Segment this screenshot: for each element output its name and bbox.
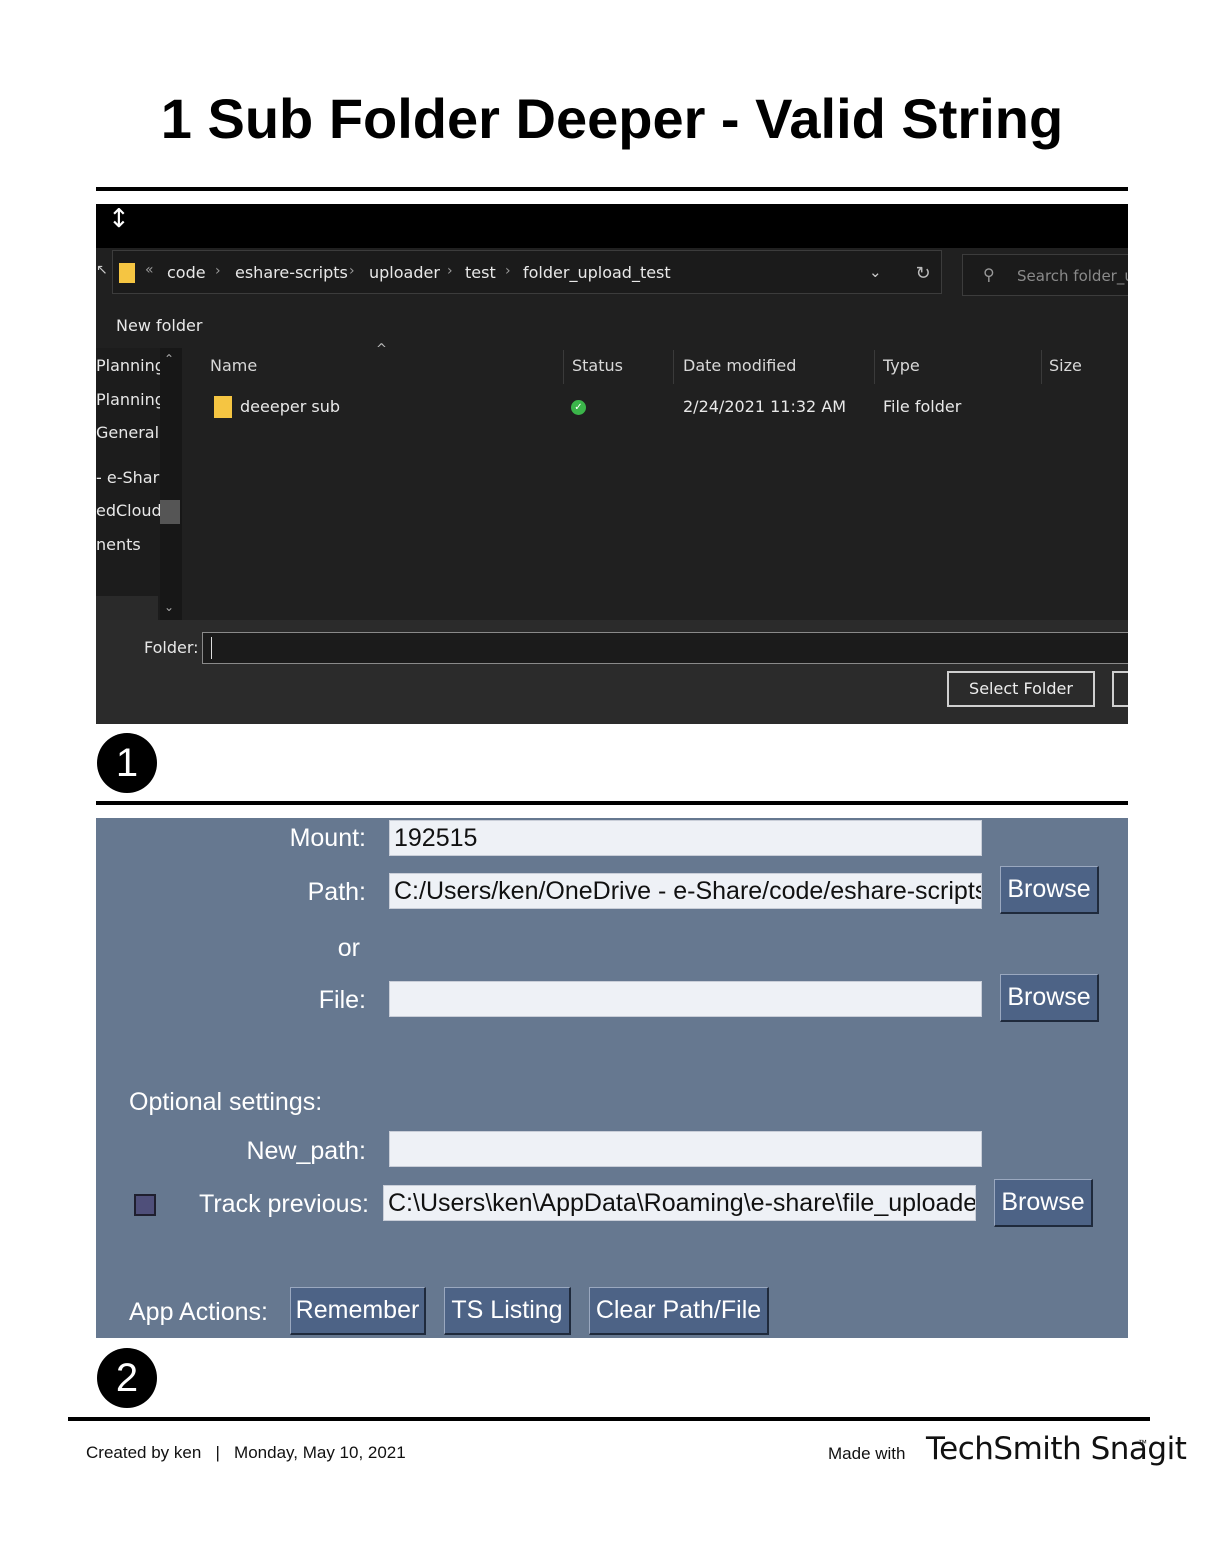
breadcrumb-separator: › xyxy=(349,263,355,279)
uploader-app-screenshot: Mount: 192515 Path: C:/Users/ken/OneDriv… xyxy=(96,818,1128,1338)
row-type: File folder xyxy=(883,397,962,416)
column-divider[interactable] xyxy=(563,350,564,384)
search-icon: ⚲ xyxy=(983,265,995,284)
text-cursor-icon: ↕ xyxy=(108,204,130,234)
sync-ok-icon: ✓ xyxy=(571,400,586,415)
step-badge-2: 2 xyxy=(97,1348,157,1408)
chevron-down-icon[interactable]: ⌄ xyxy=(869,263,882,281)
section-divider xyxy=(96,801,1128,805)
top-divider xyxy=(96,187,1128,191)
table-row[interactable] xyxy=(206,388,1106,424)
sort-up-icon: ^ xyxy=(376,342,387,357)
footer-divider xyxy=(68,1417,1150,1421)
column-header-date-modified[interactable]: Date modified xyxy=(683,356,796,375)
optional-settings-label: Optional settings: xyxy=(129,1088,323,1116)
path-input[interactable]: C:/Users/ken/OneDrive - e-Share/code/esh… xyxy=(389,873,982,909)
or-label: or xyxy=(337,934,360,962)
nav-item[interactable]: edCloud xyxy=(96,501,162,520)
footer-created-by: Created by ken | Monday, May 10, 2021 xyxy=(86,1443,406,1463)
up-arrow-icon[interactable]: ↖ xyxy=(96,262,108,278)
column-header-type[interactable]: Type xyxy=(883,356,920,375)
track-previous-browse-button[interactable]: Browse xyxy=(994,1179,1093,1227)
folder-input[interactable] xyxy=(202,632,1128,664)
breadcrumb-item-code[interactable]: code xyxy=(167,263,206,282)
nav-item[interactable]: Planning xyxy=(96,390,165,409)
address-bar[interactable]: « code › eshare-scripts › uploader › tes… xyxy=(112,250,942,294)
remember-button[interactable]: Remember xyxy=(290,1287,426,1335)
breadcrumb-separator: › xyxy=(505,263,511,279)
column-header-name[interactable]: Name xyxy=(210,356,257,375)
nav-pane-bottom xyxy=(96,596,158,620)
breadcrumb-overflow-icon[interactable]: « xyxy=(145,262,154,278)
nav-item[interactable]: - e-Shar xyxy=(96,468,159,487)
mount-input[interactable]: 192515 xyxy=(389,820,982,856)
search-input[interactable]: ⚲ Search folder_u xyxy=(962,254,1128,296)
explorer-dialog-screenshot: ↕ ↖ « code › eshare-scripts › uploader ›… xyxy=(96,204,1128,724)
cancel-button[interactable] xyxy=(1112,671,1128,707)
path-label: Path: xyxy=(307,878,366,906)
app-actions-label: App Actions: xyxy=(129,1298,268,1326)
file-input[interactable] xyxy=(389,981,982,1017)
track-previous-label: Track previous: xyxy=(199,1190,369,1218)
track-previous-checkbox[interactable] xyxy=(134,1194,156,1216)
nav-item[interactable]: Planning xyxy=(96,356,165,375)
column-divider[interactable] xyxy=(673,350,674,384)
path-browse-button[interactable]: Browse xyxy=(1000,866,1099,914)
breadcrumb-item-folder-upload-test[interactable]: folder_upload_test xyxy=(523,263,671,282)
footer-trademark: ™ xyxy=(1138,1438,1147,1448)
mount-label: Mount: xyxy=(289,824,366,852)
step-badge-1: 1 xyxy=(97,733,157,793)
breadcrumb-separator: › xyxy=(447,263,453,279)
breadcrumb-item-test[interactable]: test xyxy=(465,263,496,282)
footer-brand-logo: TechSmith Snagit xyxy=(926,1431,1187,1467)
new-path-label: New_path: xyxy=(246,1137,366,1165)
row-date-modified: 2/24/2021 11:32 AM xyxy=(683,397,847,416)
new-path-input[interactable] xyxy=(389,1131,982,1167)
scroll-thumb[interactable] xyxy=(160,500,180,524)
text-caret xyxy=(211,637,212,659)
nav-scrollbar[interactable]: ⌃ ⌄ xyxy=(160,348,182,620)
breadcrumb-item-uploader[interactable]: uploader xyxy=(369,263,440,282)
search-placeholder: Search folder_u xyxy=(1017,267,1128,285)
track-previous-input[interactable]: C:\Users\ken\AppData\Roaming\e-share\fil… xyxy=(383,1185,976,1221)
title-bar xyxy=(96,204,1128,248)
column-header-status[interactable]: Status xyxy=(572,356,623,375)
nav-item[interactable]: nents xyxy=(96,535,141,554)
column-header-size[interactable]: Size xyxy=(1049,356,1082,375)
column-divider[interactable] xyxy=(874,350,875,384)
folder-icon xyxy=(214,396,232,418)
folder-icon xyxy=(119,263,135,283)
ts-listing-button[interactable]: TS Listing xyxy=(444,1287,571,1335)
scroll-down-icon[interactable]: ⌄ xyxy=(164,600,174,614)
folder-label: Folder: xyxy=(144,638,199,657)
file-label: File: xyxy=(318,986,366,1014)
refresh-icon[interactable]: ↻ xyxy=(900,256,946,292)
nav-item[interactable]: General xyxy=(96,423,159,442)
scroll-up-icon[interactable]: ⌃ xyxy=(164,352,174,366)
breadcrumb-separator: › xyxy=(215,263,221,279)
clear-path-file-button[interactable]: Clear Path/File xyxy=(589,1287,769,1335)
breadcrumb-item-eshare-scripts[interactable]: eshare-scripts xyxy=(235,263,348,282)
column-divider[interactable] xyxy=(1041,350,1042,384)
footer-created-text: Created by ken | Monday, May 10, 2021 xyxy=(86,1443,406,1462)
new-folder-button[interactable]: New folder xyxy=(116,316,202,335)
footer-made-with: Made with xyxy=(828,1444,906,1463)
select-folder-button[interactable]: Select Folder xyxy=(947,671,1095,707)
file-browse-button[interactable]: Browse xyxy=(1000,974,1099,1022)
row-name[interactable]: deeeper sub xyxy=(240,397,340,416)
page-title: 1 Sub Folder Deeper - Valid String xyxy=(160,87,1064,150)
